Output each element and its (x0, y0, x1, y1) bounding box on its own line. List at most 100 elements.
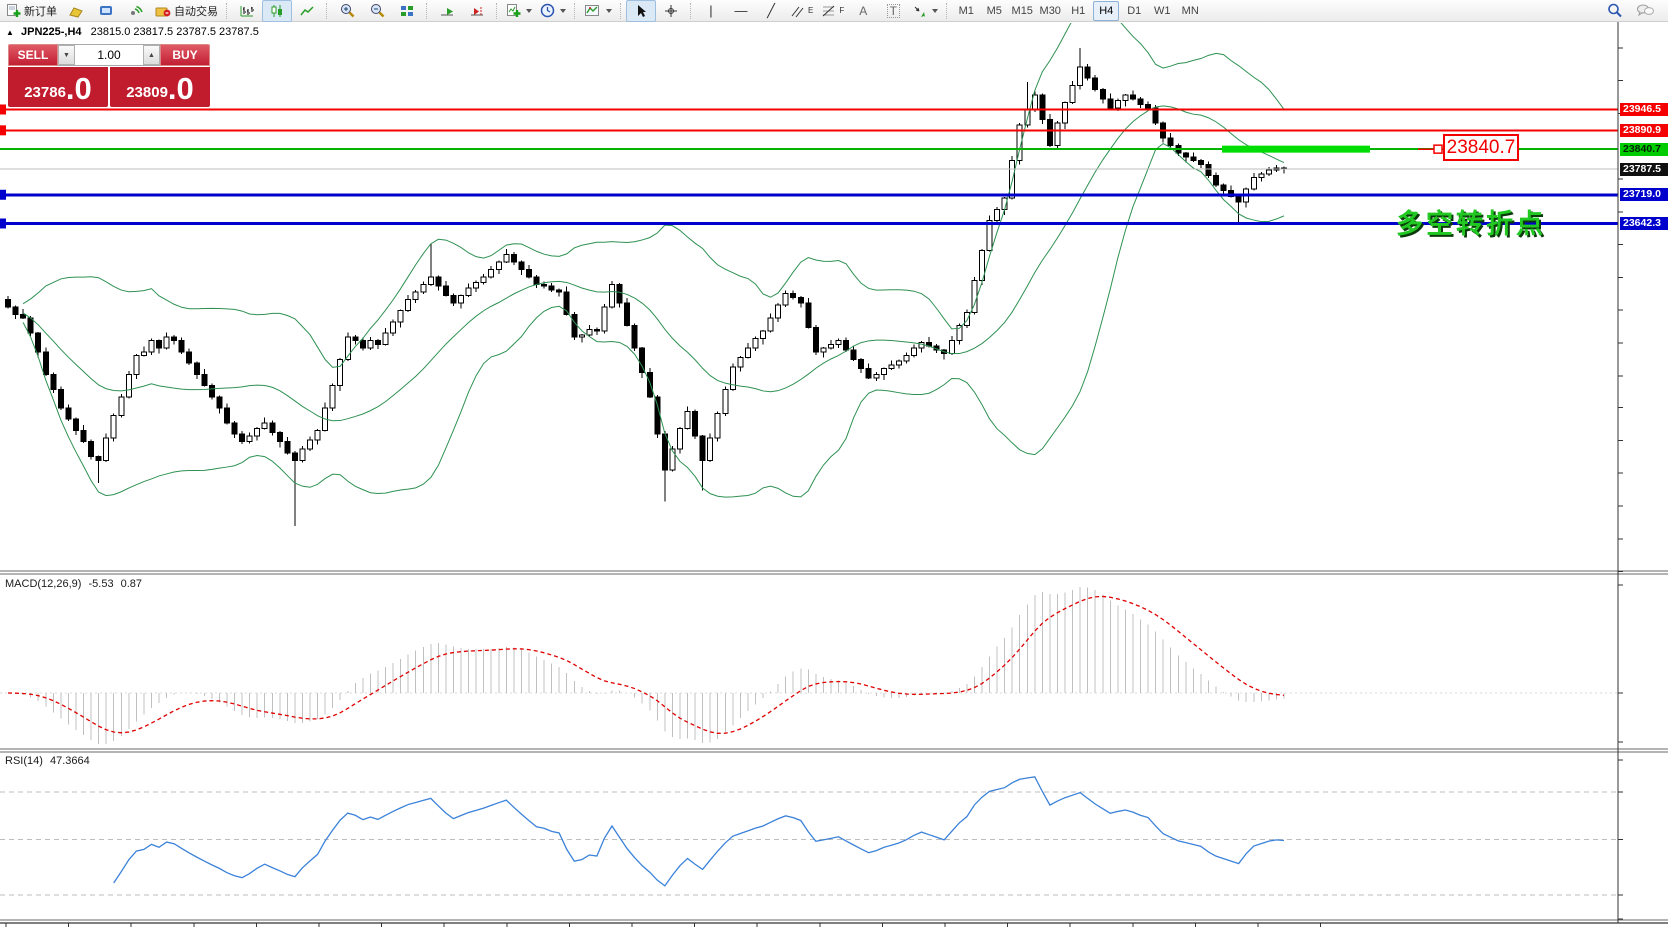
crosshair-icon (664, 4, 678, 18)
price-callout-label[interactable]: 23840.7 (1443, 134, 1519, 161)
buy-price-fraction: .0 (168, 73, 194, 104)
chevron-down-icon (560, 9, 566, 13)
chat-button[interactable] (1630, 0, 1660, 22)
sell-price-fraction: .0 (66, 73, 92, 104)
timeframe-buttons: M1M5M15M30H1H4D1W1MN (952, 1, 1204, 21)
arrows-tool-icon (912, 4, 927, 18)
gold-icon (68, 4, 84, 18)
toolbar-separator (226, 3, 228, 19)
chevron-down-icon (932, 9, 938, 13)
timeframe-m15[interactable]: M15 (1009, 1, 1035, 21)
timeframe-d1[interactable]: D1 (1121, 1, 1147, 21)
bar-chart-button[interactable] (232, 0, 262, 22)
toolbar-separator (620, 3, 622, 19)
auto-trading-label: 自动交易 (174, 3, 218, 19)
rsi-label: RSI(14) 47.3664 (5, 755, 90, 767)
trendline-icon: ╱ (767, 4, 775, 17)
channel-button[interactable]: E (786, 0, 817, 22)
volume-decrease-button[interactable]: ▼ (58, 45, 75, 65)
vertical-line-icon: | (709, 4, 712, 17)
tile-windows-button[interactable] (392, 0, 422, 22)
horizontal-line-icon: — (735, 4, 748, 17)
price-tag: 23840.7 (1620, 143, 1668, 156)
search-icon (1607, 3, 1623, 18)
new-order-icon (6, 3, 21, 18)
sell-price-main: 23786 (24, 82, 66, 104)
new-chart-button[interactable] (502, 0, 536, 22)
fibonacci-button[interactable]: F (817, 0, 848, 22)
chart-shift-button[interactable] (462, 0, 492, 22)
search-button[interactable] (1600, 0, 1630, 22)
chart-shift-icon (469, 4, 485, 18)
mt4-window: 新订单 自动交易 (0, 0, 1668, 945)
toolbar-separator (496, 3, 498, 19)
collapse-arrow-icon[interactable]: ▲ (6, 28, 14, 37)
timeframe-m30[interactable]: M30 (1037, 1, 1063, 21)
zoom-in-button[interactable] (332, 0, 362, 22)
toolbar-right-group (1600, 0, 1668, 22)
buy-button[interactable]: BUY (160, 44, 210, 66)
rsi-value: 47.3664 (50, 755, 90, 767)
line-chart-button[interactable] (292, 0, 322, 22)
toolbar-separator (426, 3, 428, 19)
indicators-button[interactable] (580, 0, 616, 22)
text-tool-icon: A (859, 5, 867, 17)
toolbar-separator (326, 3, 328, 19)
auto-scroll-icon (439, 4, 455, 18)
zoom-out-button[interactable] (362, 0, 392, 22)
arrows-tool-button[interactable] (908, 0, 942, 22)
text-tool-button[interactable]: A (848, 0, 878, 22)
bar-chart-icon (239, 4, 255, 18)
cursor-icon (635, 4, 648, 18)
line-chart-icon (299, 4, 315, 18)
macd-signal-value: 0.87 (121, 578, 142, 590)
sell-price[interactable]: 23786.0 (8, 67, 108, 107)
candlestick-chart-button[interactable] (262, 0, 292, 22)
toolbar-separator (574, 3, 576, 19)
auto-trading-button[interactable]: 自动交易 (151, 0, 222, 22)
timeframe-w1[interactable]: W1 (1149, 1, 1175, 21)
price-tag: 23946.5 (1620, 103, 1668, 116)
volume-increase-button[interactable]: ▲ (143, 45, 160, 65)
clock-icon (540, 3, 555, 18)
chart-canvas[interactable] (0, 0, 1668, 945)
label-tool-icon: T (887, 4, 900, 18)
label-tool-button[interactable]: T (878, 0, 908, 22)
signals-button[interactable] (121, 0, 151, 22)
price-tag: 23642.3 (1620, 217, 1668, 230)
history-center-button[interactable] (61, 0, 91, 22)
period-button[interactable] (536, 0, 570, 22)
channel-icon (790, 4, 805, 18)
signal-icon (128, 4, 144, 18)
volume-input[interactable] (75, 45, 143, 65)
toolbar-separator (690, 3, 692, 19)
volume-stepper: ▼ ▲ (58, 44, 160, 66)
turning-point-annotation[interactable]: 多空转折点 (1396, 202, 1546, 241)
vertical-line-button[interactable]: | (696, 0, 726, 22)
timeframe-m1[interactable]: M1 (953, 1, 979, 21)
buy-price[interactable]: 23809.0 (110, 67, 210, 107)
toolbar-separator (946, 3, 948, 19)
auto-scroll-button[interactable] (432, 0, 462, 22)
timeframe-m5[interactable]: M5 (981, 1, 1007, 21)
candlestick-chart-icon (269, 4, 285, 18)
indicators-icon (584, 3, 601, 18)
fibonacci-icon (821, 4, 836, 18)
terminal-button[interactable] (91, 0, 121, 22)
zoom-in-icon (339, 3, 355, 18)
timeframe-mn[interactable]: MN (1177, 1, 1203, 21)
timeframe-h1[interactable]: H1 (1065, 1, 1091, 21)
cursor-button[interactable] (626, 0, 656, 22)
symbol-bar: ▲ JPN225-,H4 23815.0 23817.5 23787.5 237… (6, 26, 259, 38)
crosshair-button[interactable] (656, 0, 686, 22)
horizontal-line-button[interactable]: — (726, 0, 756, 22)
zoom-out-icon (369, 3, 385, 18)
timeframe-h4[interactable]: H4 (1093, 1, 1119, 21)
trendline-button[interactable]: ╱ (756, 0, 786, 22)
toolbar: 新订单 自动交易 (0, 0, 1668, 22)
new-order-label: 新订单 (24, 3, 57, 19)
sell-button[interactable]: SELL (8, 44, 58, 66)
chevron-down-icon (606, 9, 612, 13)
price-tag: 23719.0 (1620, 188, 1668, 201)
new-order-button[interactable]: 新订单 (2, 0, 61, 22)
